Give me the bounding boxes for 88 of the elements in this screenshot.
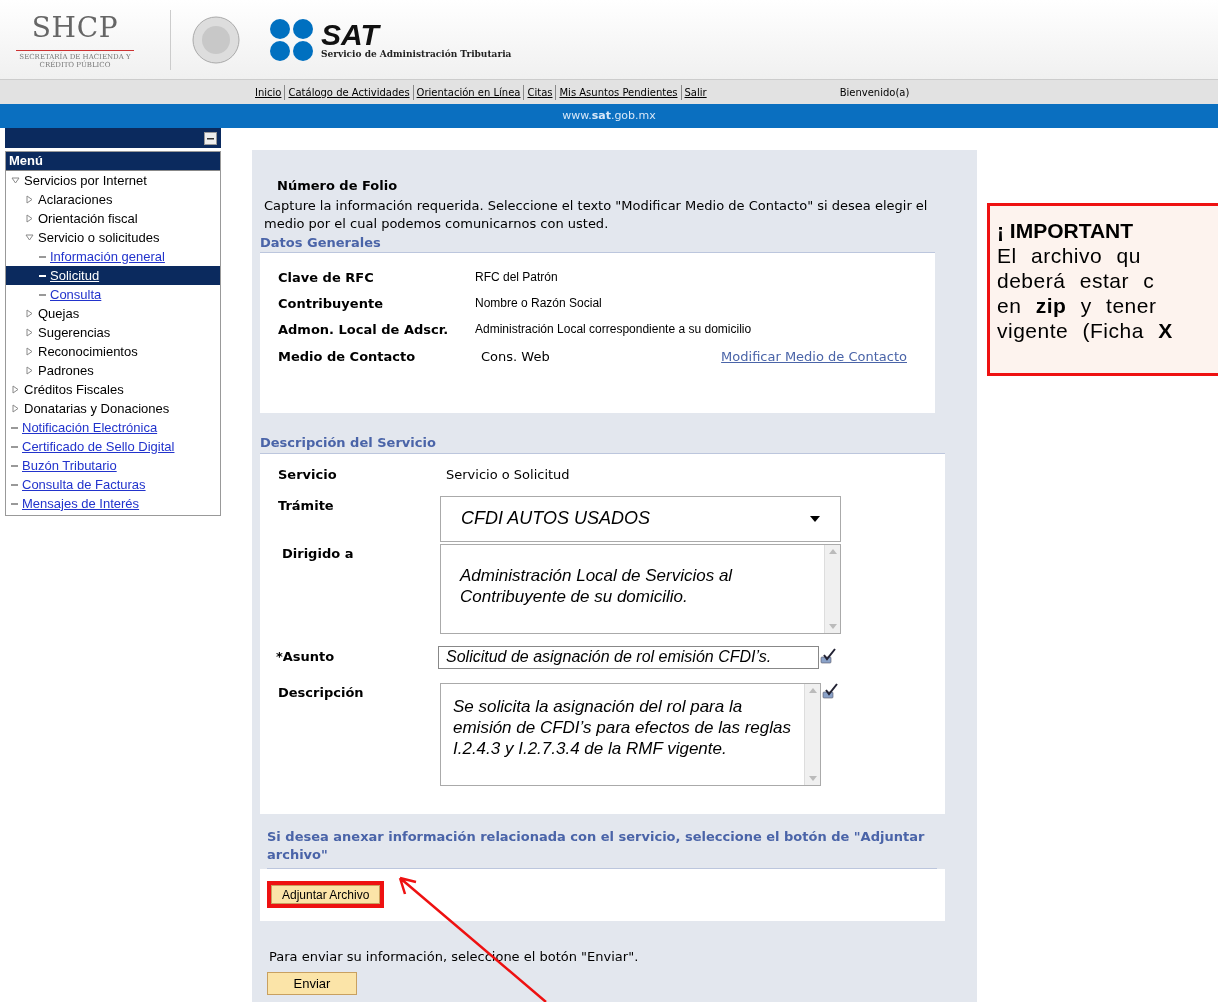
collapsed-triangle-icon[interactable] — [25, 214, 34, 223]
spellcheck-icon[interactable] — [819, 648, 837, 666]
collapsed-triangle-icon[interactable] — [25, 195, 34, 204]
attach-hint: Si desea anexar información relacionada con el servicio, seleccione el botón de "Adjuntar archivo" — [267, 827, 937, 869]
subject-input[interactable]: Solicitud de asignación de rol emisión CFDI’s. — [438, 645, 819, 669]
scroll-up-arrow-icon[interactable] — [828, 548, 837, 554]
menu-folder[interactable]: Padrones — [38, 360, 94, 381]
dash-icon — [39, 293, 46, 296]
caret-icon — [810, 515, 820, 522]
menu-folder[interactable]: Sugerencias — [38, 322, 111, 343]
dash-icon — [39, 274, 46, 277]
scroll-up-arrow-icon[interactable] — [808, 687, 817, 693]
seal-icon — [191, 14, 241, 65]
attach-file-button[interactable]: Adjuntar Archivo — [271, 885, 381, 904]
field-label: Descripción — [278, 683, 365, 702]
expanded-triangle-icon[interactable] — [25, 233, 34, 242]
field-label: Admon. Local de Adscr. — [278, 321, 450, 339]
field-label: Medio de Contacto — [278, 348, 417, 367]
menu-link[interactable]: Consulta — [50, 284, 102, 305]
procedure-dropdown[interactable]: CFDI AUTOS USADOS — [440, 495, 841, 542]
field-value: Servicio o Solicitud — [446, 465, 570, 484]
callout-text: vigente (Ficha X — [997, 318, 1174, 343]
collapsed-triangle-icon[interactable] — [25, 309, 34, 318]
menu-folder[interactable]: Servicio o solicitudes — [38, 227, 160, 248]
callout-title: ¡ IMPORTANT — [997, 218, 1135, 243]
instructions-text: Capture la información requerida. Seleccione el texto "Modificar Medio de Contacto" si desea elegir el medio por el cual podemos comunicarnos con usted. — [264, 196, 929, 233]
nav-link[interactable]: Mis Asuntos Pendientes — [555, 84, 681, 100]
section-title: Descripción del Servicio — [260, 433, 945, 454]
menu-title: Menú — [6, 152, 220, 171]
dash-icon — [11, 502, 18, 505]
scrollbar[interactable] — [804, 683, 820, 785]
menu-link[interactable]: Notificación Electrónica — [22, 417, 158, 438]
nav-link[interactable]: Catálogo de Actividades — [284, 84, 413, 100]
menu-folder[interactable]: Orientación fiscal — [38, 208, 138, 229]
callout-text: en zip y tener — [997, 293, 1158, 318]
field-value: RFC del Patrón — [475, 269, 558, 286]
nav-link[interactable]: Inicio — [252, 84, 285, 100]
field-label: Contribuyente — [278, 295, 384, 313]
scrollbar[interactable] — [824, 544, 840, 633]
collapsed-triangle-icon[interactable] — [25, 366, 34, 375]
sat-subtitle: Servicio de Administración Tributaria — [321, 50, 512, 59]
menu-link[interactable]: Buzón Tributario — [22, 455, 117, 476]
addressee-textarea[interactable]: Administración Local de Servicios al Contribuyente de su domicilio. — [440, 543, 841, 634]
nav-link[interactable]: Citas — [523, 84, 556, 100]
menu-link[interactable]: Mensajes de Interés — [22, 493, 140, 514]
menu-link[interactable]: Información general — [50, 246, 165, 267]
menu-link[interactable]: Consulta de Facturas — [22, 474, 146, 495]
menu-folder[interactable]: Servicios por Internet — [24, 170, 147, 191]
collapsed-triangle-icon[interactable] — [25, 328, 34, 337]
collapsed-triangle-icon[interactable] — [11, 404, 20, 413]
nav-link[interactable]: Salir — [680, 84, 710, 100]
menu-folder[interactable]: Créditos Fiscales — [24, 379, 124, 400]
menu-folder[interactable]: Aclaraciones — [38, 189, 113, 210]
sat-logo: SAT — [321, 20, 381, 50]
description-textarea[interactable]: Se solicita la asignación del rol para la emisión de CFDI’s para efectos de las reglas I.2.4.3 y I.2.7.3.4 de la RMF vigente. — [440, 682, 821, 786]
folio-title: Número de Folio — [277, 177, 399, 195]
collapsed-triangle-icon[interactable] — [25, 347, 34, 356]
callout-text: deberá estar c — [997, 268, 1156, 293]
welcome-text: Bienvenido(a) — [839, 85, 910, 100]
field-label: Trámite — [278, 496, 335, 515]
shcp-logo: SHCP — [31, 14, 119, 42]
dash-icon — [11, 483, 18, 486]
send-button[interactable]: Enviar — [267, 972, 357, 995]
callout-text: El archivo qu — [997, 243, 1142, 268]
field-label: *Asunto — [276, 648, 336, 667]
dash-icon — [11, 464, 18, 467]
field-value: Nombre o Razón Social — [475, 295, 602, 312]
spellcheck-icon[interactable] — [821, 682, 839, 701]
menu-link[interactable]: Certificado de Sello Digital — [22, 436, 175, 457]
dash-icon — [11, 445, 18, 448]
field-value: Administración Local correspondiente a su domicilio — [475, 321, 752, 338]
scroll-down-arrow-icon[interactable] — [808, 775, 817, 781]
site-url[interactable]: www.sat.gob.mx — [562, 107, 656, 125]
modify-contact-link[interactable]: Modificar Medio de Contacto — [721, 347, 907, 367]
dash-icon — [11, 426, 18, 429]
field-label: Dirigido a — [281, 544, 355, 563]
field-label: Servicio — [278, 465, 338, 484]
menu-folder[interactable]: Quejas — [38, 303, 80, 324]
expanded-triangle-icon[interactable] — [11, 176, 20, 185]
field-label: Clave de RFC — [278, 269, 375, 287]
collapsed-triangle-icon[interactable] — [11, 385, 20, 394]
dash-icon — [39, 255, 46, 258]
collapse-icon[interactable] — [204, 131, 217, 145]
menu-folder[interactable]: Reconocimientos — [38, 341, 138, 362]
field-value: Cons. Web — [481, 348, 550, 367]
scroll-down-arrow-icon[interactable] — [828, 623, 837, 629]
menu-folder[interactable]: Donatarias y Donaciones — [24, 398, 170, 419]
nav-link[interactable]: Orientación en Línea — [412, 84, 524, 100]
